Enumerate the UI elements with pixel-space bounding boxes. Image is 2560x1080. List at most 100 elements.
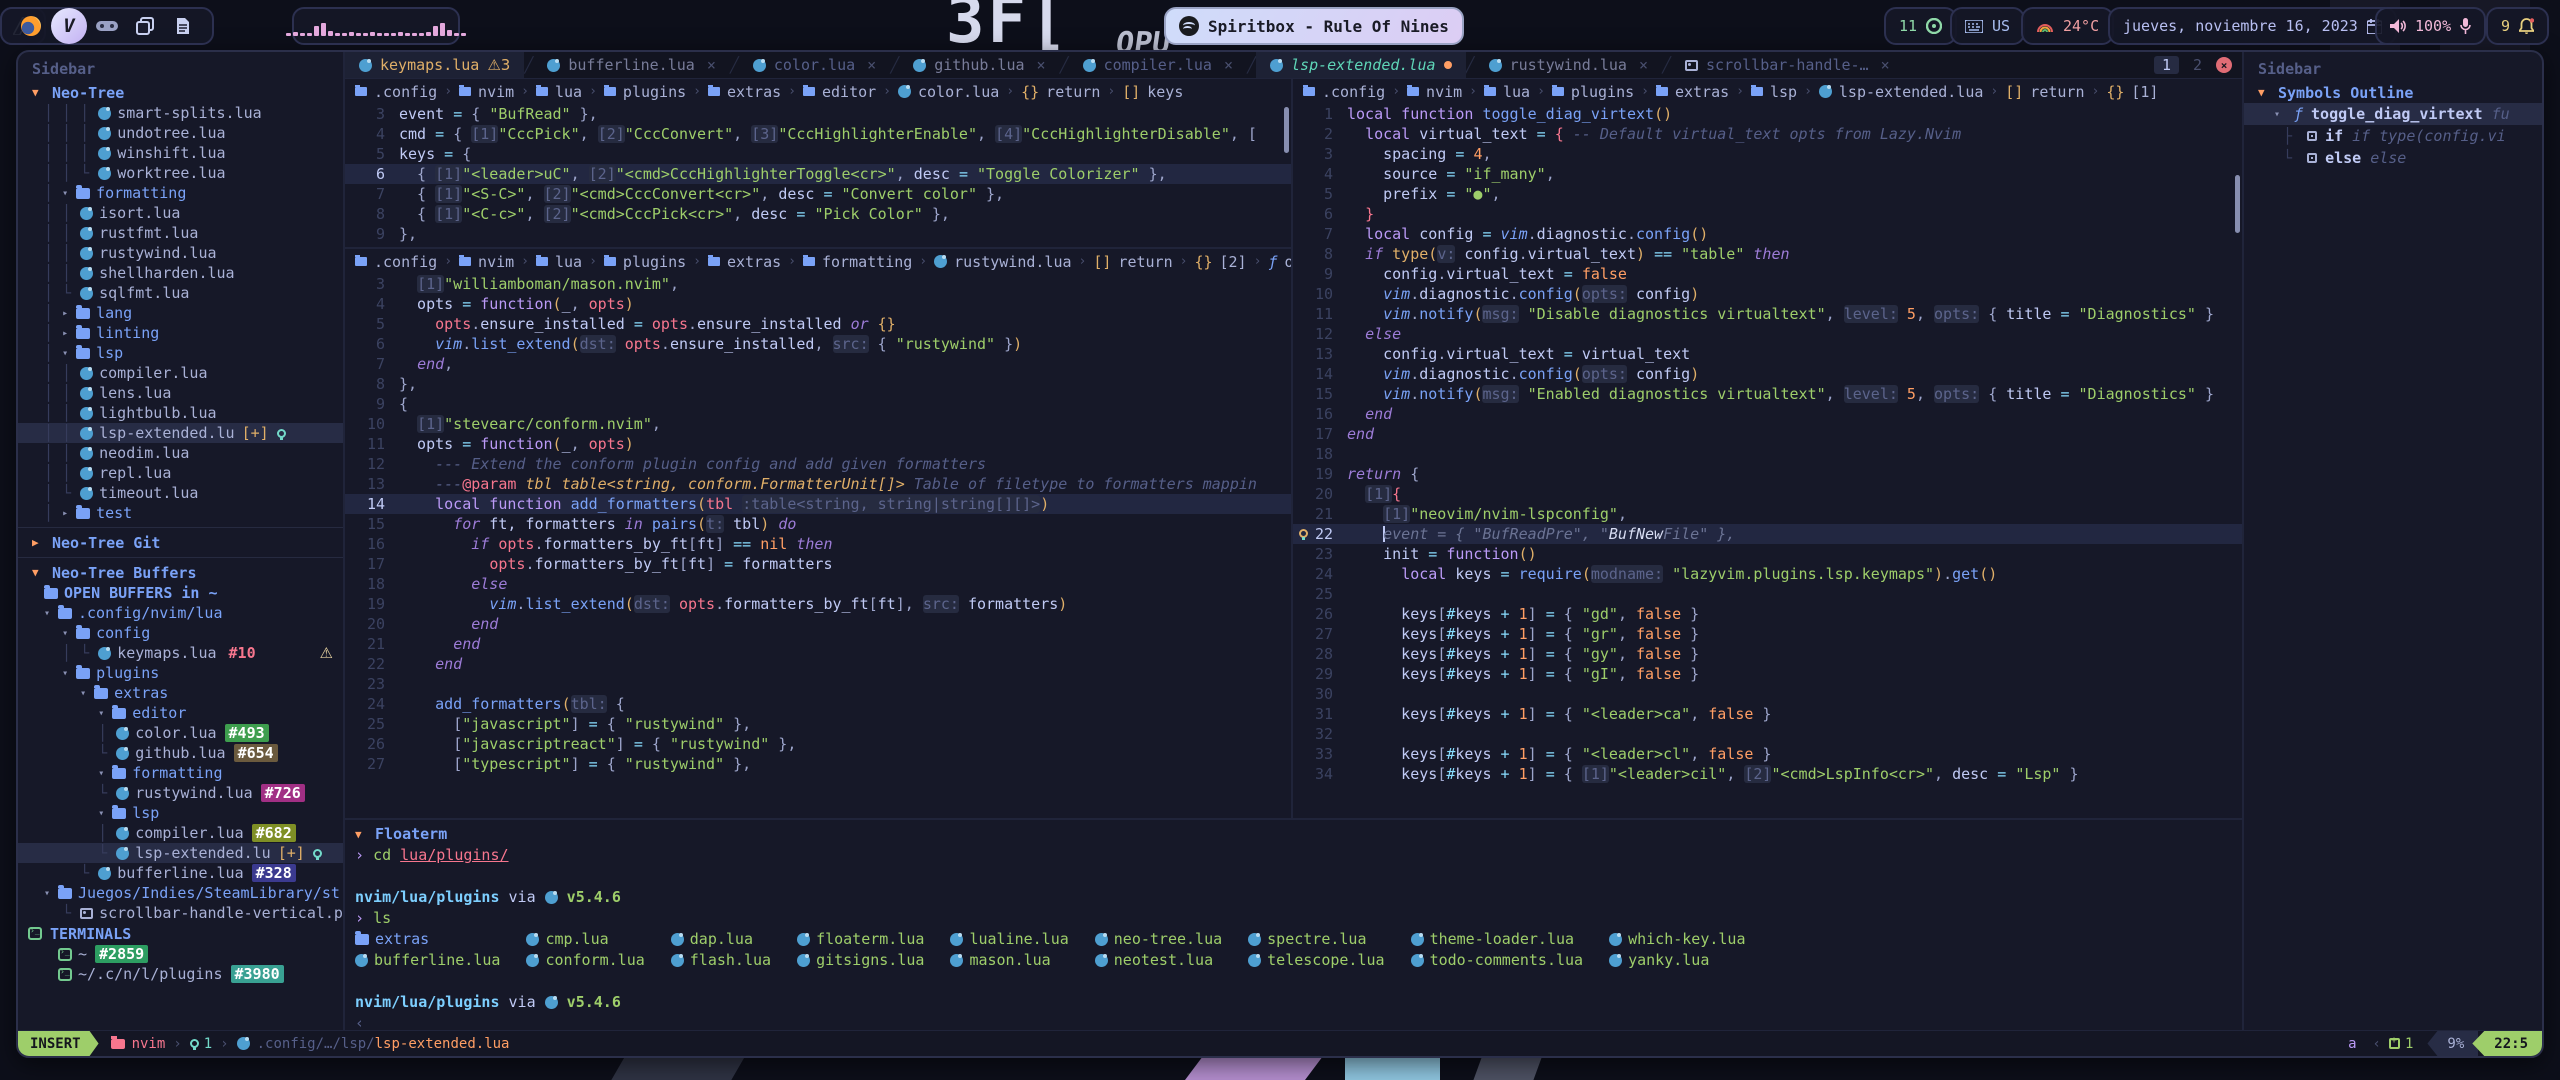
breadcrumb-file[interactable]: lsp-extended.lua <box>1839 83 1984 101</box>
section-symbols-outline[interactable]: ▼ Symbols Outline <box>2244 82 2542 103</box>
breadcrumb-folder[interactable]: extras <box>727 253 781 271</box>
tree-item[interactable]: │ │ isort.lua <box>18 203 343 223</box>
breadcrumb-folder[interactable]: lua <box>555 83 582 101</box>
breadcrumb-folder[interactable]: editor <box>822 83 876 101</box>
tree-item[interactable]: │ │ │ smart-splits.lua <box>18 103 343 123</box>
audio-widget[interactable]: 100% <box>2375 7 2486 45</box>
tree-item[interactable]: │ │ rustfmt.lua <box>18 223 343 243</box>
close-icon[interactable]: × <box>867 56 876 74</box>
tree-item[interactable]: ▾Juegos/Indies/SteamLibrary/st <box>18 883 343 903</box>
section-neotree-git[interactable]: ▶ Neo-Tree Git <box>18 532 343 553</box>
breadcrumb-folder[interactable]: .config <box>374 83 437 101</box>
pane-lsp-extended-lua[interactable]: .config›nvim›lua›plugins›extras›lsp›lsp-… <box>1293 79 2242 818</box>
tab-keymaps-lua[interactable]: keymaps.lua⚠3 <box>345 52 524 78</box>
tree-item[interactable]: │ └ sqlfmt.lua <box>18 283 343 303</box>
close-icon[interactable]: × <box>1881 56 1890 74</box>
breadcrumb-folder[interactable]: nvim <box>478 83 514 101</box>
scrollbar-handle[interactable] <box>2235 175 2240 233</box>
breadcrumb-symbol[interactable]: [1] <box>2131 83 2158 101</box>
tree-item[interactable]: │ │ repl.lua <box>18 463 343 483</box>
breadcrumb-folder[interactable]: lua <box>1503 83 1530 101</box>
tree-item[interactable]: │ │ │ undotree.lua <box>18 123 343 143</box>
tree-item[interactable]: │ └ timeout.lua <box>18 483 343 503</box>
tab-compiler-lua[interactable]: compiler.lua× <box>1069 52 1247 78</box>
tree-item[interactable]: │ └ keymaps.lua#10⚠ <box>18 643 343 663</box>
tree-item[interactable]: │ color.lua#493 <box>18 723 343 743</box>
workspace-document[interactable] <box>164 9 202 43</box>
tree-item[interactable]: │ │ lsp-extended.lu[+] <box>18 423 343 443</box>
terminal-item[interactable]: ~/.c/n/l/plugins#3980 <box>18 964 343 984</box>
tabpage-number[interactable]: 2 <box>2189 56 2206 74</box>
pane-rustywind-lua[interactable]: .config›nvim›lua›plugins›extras›formatti… <box>345 249 1291 818</box>
breadcrumb-file[interactable]: color.lua <box>918 83 999 101</box>
tree-item[interactable]: ▾editor <box>18 703 343 723</box>
breadcrumb-symbol[interactable]: opts <box>1284 253 1291 271</box>
tree-item[interactable]: │ ▾formatting <box>18 183 343 203</box>
breadcrumb-file[interactable]: rustywind.lua <box>954 253 1071 271</box>
tree-item[interactable]: │ ▸linting <box>18 323 343 343</box>
tree-item[interactable]: │ │ lightbulb.lua <box>18 403 343 423</box>
workspace-windows[interactable] <box>126 9 164 43</box>
workspace-neovim-active[interactable]: V <box>50 9 88 43</box>
tab-scrollbar-handle-[interactable]: scrollbar-handle-…× <box>1671 52 1904 78</box>
tab-rustywind-lua[interactable]: rustywind.lua× <box>1475 52 1662 78</box>
tree-item[interactable]: OPEN BUFFERS in ~ <box>18 583 343 603</box>
now-playing-widget[interactable]: Spiritbox - Rule Of Nines <box>1164 7 1464 45</box>
tree-item[interactable]: │ │ neodim.lua <box>18 443 343 463</box>
close-icon[interactable]: × <box>707 56 716 74</box>
pane-color-lua[interactable]: .config›nvim›lua›plugins›extras›editor›c… <box>345 79 1291 249</box>
tree-item[interactable]: │ │ rustywind.lua <box>18 243 343 263</box>
tab-bufferline-lua[interactable]: bufferline.lua× <box>533 52 729 78</box>
tree-item[interactable]: ▾plugins <box>18 663 343 683</box>
close-icon[interactable]: × <box>1639 56 1648 74</box>
symbol-item[interactable]: └ elseelse <box>2244 147 2542 169</box>
tab-lsp-extended-lua[interactable]: lsp-extended.lua <box>1256 52 1466 78</box>
tree-item[interactable]: │ │ lens.lua <box>18 383 343 403</box>
tree-item[interactable]: └ lsp-extended.lu[+] <box>18 843 343 863</box>
tree-item[interactable]: │ │ │ winshift.lua <box>18 143 343 163</box>
tree-item[interactable]: └ scrollbar-handle-vertical.p <box>18 903 343 923</box>
scrollbar-handle[interactable] <box>1284 107 1289 153</box>
close-icon[interactable]: × <box>1037 56 1046 74</box>
terminal-item[interactable]: ~#2859 <box>18 944 343 964</box>
breadcrumb-symbol[interactable]: return <box>1046 83 1100 101</box>
breadcrumb-folder[interactable]: nvim <box>478 253 514 271</box>
tab-color-lua[interactable]: color.lua× <box>739 52 890 78</box>
tree-item[interactable]: └ github.lua#654 <box>18 743 343 763</box>
breadcrumb-symbol[interactable]: keys <box>1147 83 1183 101</box>
breadcrumb-folder[interactable]: .config <box>374 253 437 271</box>
close-icon[interactable]: × <box>1224 56 1233 74</box>
tree-item[interactable]: │ │ └ worktree.lua <box>18 163 343 183</box>
breadcrumb-symbol[interactable]: return <box>1118 253 1172 271</box>
tree-item[interactable]: │ ▸test <box>18 503 343 523</box>
tree-item[interactable]: │ compiler.lua#682 <box>18 823 343 843</box>
workspace-gamepad[interactable] <box>88 9 126 43</box>
workspace-firefox[interactable] <box>12 9 50 43</box>
tree-item[interactable]: ▾.config/nvim/lua <box>18 603 343 623</box>
symbol-item[interactable]: ▾ƒtoggle_diag_virtextfu <box>2244 103 2542 125</box>
breadcrumb-folder[interactable]: nvim <box>1426 83 1462 101</box>
keyboard-layout-widget[interactable]: US <box>1950 7 2025 45</box>
breadcrumb-folder[interactable]: lua <box>555 253 582 271</box>
breadcrumb-folder[interactable]: plugins <box>623 253 686 271</box>
breadcrumb-folder[interactable]: lsp <box>1770 83 1797 101</box>
tree-item[interactable]: ▾lsp <box>18 803 343 823</box>
floaterm-panel[interactable]: ▼ Floaterm › cd lua/plugins/nvim/lua/plu… <box>345 818 2242 1030</box>
tree-item[interactable]: ▾extras <box>18 683 343 703</box>
notifications-widget[interactable]: 9 <box>2486 7 2549 45</box>
section-terminals[interactable]: TERMINALS <box>18 923 343 944</box>
tree-item[interactable]: │ ▾lsp <box>18 343 343 363</box>
breadcrumb-folder[interactable]: plugins <box>1571 83 1634 101</box>
breadcrumb-folder[interactable]: formatting <box>822 253 912 271</box>
tree-item[interactable]: └ bufferline.lua#328 <box>18 863 343 883</box>
breadcrumb-folder[interactable]: plugins <box>623 83 686 101</box>
tree-item[interactable]: ▾config <box>18 623 343 643</box>
breadcrumb-folder[interactable]: extras <box>1675 83 1729 101</box>
close-all-icon[interactable]: × <box>2216 57 2232 73</box>
tree-item[interactable]: │ ▸lang <box>18 303 343 323</box>
breadcrumb-folder[interactable]: .config <box>1322 83 1385 101</box>
tab-github-lua[interactable]: github.lua× <box>899 52 1059 78</box>
updates-widget[interactable]: 11 <box>1884 7 1957 45</box>
breadcrumb-symbol[interactable]: [2] <box>1220 253 1247 271</box>
tree-item[interactable]: │ │ shellharden.lua <box>18 263 343 283</box>
